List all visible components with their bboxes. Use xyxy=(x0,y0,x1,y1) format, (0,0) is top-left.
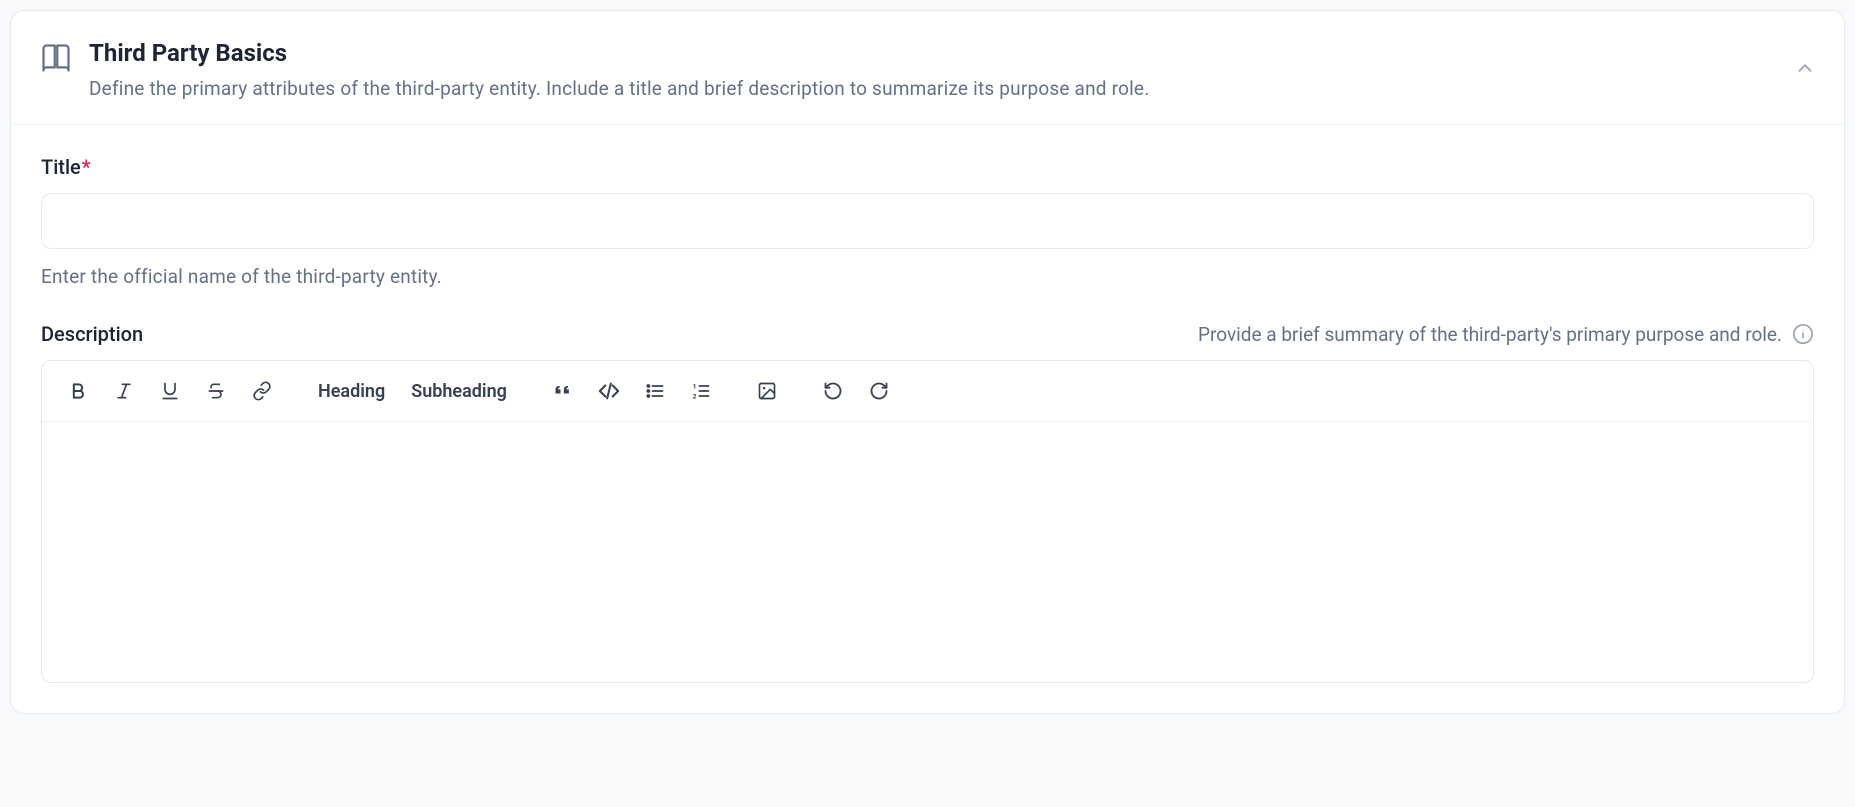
chevron-up-icon xyxy=(1794,57,1816,79)
blockquote-button[interactable] xyxy=(543,371,583,411)
underline-icon xyxy=(160,381,180,401)
undo-button[interactable] xyxy=(813,371,853,411)
bold-button[interactable] xyxy=(58,371,98,411)
svg-text:2: 2 xyxy=(693,393,697,401)
book-icon xyxy=(41,43,71,73)
code-icon xyxy=(598,380,620,402)
title-label: Title* xyxy=(41,155,91,179)
bullet-list-icon xyxy=(645,381,665,401)
description-editor-body[interactable] xyxy=(42,422,1813,682)
title-field-group: Title* Enter the official name of the th… xyxy=(41,155,1814,288)
link-icon xyxy=(252,381,272,401)
title-label-row: Title* xyxy=(41,155,1814,179)
title-helper: Enter the official name of the third-par… xyxy=(41,265,1814,288)
italic-icon xyxy=(114,381,134,401)
code-button[interactable] xyxy=(589,371,629,411)
image-button[interactable] xyxy=(747,371,787,411)
quote-icon xyxy=(553,381,573,401)
ordered-list-button[interactable]: 1 2 xyxy=(681,371,721,411)
description-hint-row: Provide a brief summary of the third-par… xyxy=(1198,323,1814,346)
description-hint: Provide a brief summary of the third-par… xyxy=(1198,323,1782,346)
link-button[interactable] xyxy=(242,371,282,411)
description-label-row: Description Provide a brief summary of t… xyxy=(41,322,1814,346)
subheading-button[interactable]: Subheading xyxy=(401,371,517,411)
panel-heading-text: Third Party Basics Define the primary at… xyxy=(89,39,1149,100)
panel-title: Third Party Basics xyxy=(89,39,1149,67)
description-field-group: Description Provide a brief summary of t… xyxy=(41,322,1814,683)
ordered-list-icon: 1 2 xyxy=(691,381,711,401)
italic-button[interactable] xyxy=(104,371,144,411)
rich-text-editor: Heading Subheading xyxy=(41,360,1814,683)
underline-button[interactable] xyxy=(150,371,190,411)
description-label: Description xyxy=(41,322,143,346)
third-party-basics-panel: Third Party Basics Define the primary at… xyxy=(10,10,1845,714)
heading-button[interactable]: Heading xyxy=(308,371,395,411)
collapse-toggle[interactable] xyxy=(1794,57,1816,79)
redo-button[interactable] xyxy=(859,371,899,411)
strikethrough-button[interactable] xyxy=(196,371,236,411)
required-mark: * xyxy=(82,155,91,179)
strikethrough-icon xyxy=(206,381,226,401)
title-label-text: Title xyxy=(41,155,81,179)
panel-subtitle: Define the primary attributes of the thi… xyxy=(89,77,1149,100)
undo-icon xyxy=(823,381,843,401)
panel-body: Title* Enter the official name of the th… xyxy=(11,125,1844,713)
title-input[interactable] xyxy=(41,193,1814,249)
redo-icon xyxy=(869,381,889,401)
image-icon xyxy=(757,381,777,401)
bold-icon xyxy=(68,381,88,401)
bullet-list-button[interactable] xyxy=(635,371,675,411)
svg-text:1: 1 xyxy=(693,383,697,391)
editor-toolbar: Heading Subheading xyxy=(42,361,1813,422)
panel-header: Third Party Basics Define the primary at… xyxy=(11,11,1844,125)
info-icon[interactable] xyxy=(1792,323,1814,345)
